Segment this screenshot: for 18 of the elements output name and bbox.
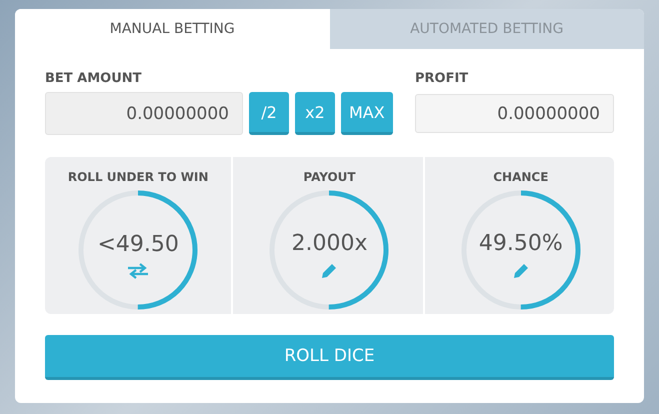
stat-value: 2.000x [291, 230, 368, 256]
field-label: PROFIT [415, 71, 470, 86]
field-label: BET AMOUNT [45, 71, 143, 86]
pencil-icon[interactable] [512, 262, 530, 280]
bet-modifier-button[interactable]: /2 [249, 92, 289, 135]
bet-amount-field[interactable]: 0.00000000 [45, 92, 243, 135]
stat-value: 49.50% [478, 230, 563, 256]
stat-value: <49.50 [97, 232, 179, 256]
pencil-icon[interactable] [320, 262, 338, 280]
stat-label: CHANCE [493, 170, 548, 184]
stat-label: PAYOUT [303, 170, 356, 184]
bet-modifier-button[interactable]: x2 [295, 92, 335, 135]
swap-arrows-icon[interactable] [127, 262, 150, 278]
stat-label: ROLL UNDER TO WIN [68, 170, 208, 184]
profit-field[interactable]: 0.00000000 [415, 94, 614, 133]
bet-modifier-button[interactable]: MAX [341, 92, 393, 135]
tab[interactable]: AUTOMATED BETTING [330, 9, 644, 49]
roll-dice-button[interactable]: ROLL DICE [45, 335, 614, 380]
